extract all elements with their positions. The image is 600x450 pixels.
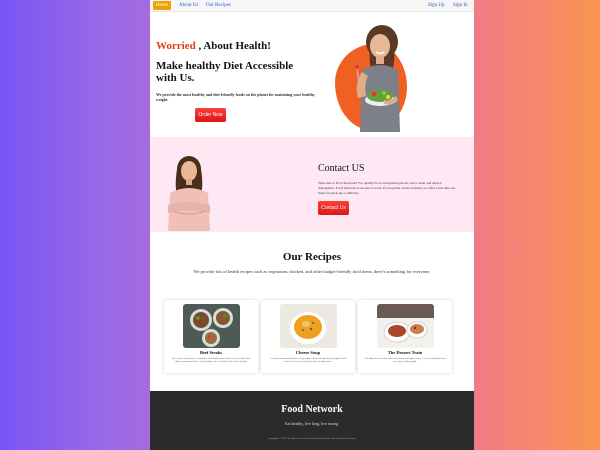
hero-title-rest: , About Health! [195,40,271,52]
recipe-card-text: Beef steak, lean protein, vegetables and… [171,357,251,364]
nav-home-button[interactable]: Home [153,1,171,10]
recipe-card-cheese-soup[interactable]: Cheese Soup A creamy and smooth cheese s… [261,300,355,373]
hero-title: Worried , About Health! [156,40,271,52]
recipes-title: Our Recipes [282,251,342,263]
hero-description: We provide the most healthy and diet-fri… [156,92,315,102]
nav-signin-link[interactable]: Sign In [453,2,468,10]
hero-woman-with-salad-image [355,25,400,132]
contact-title: Contact US [318,163,365,174]
recipes-description: We provide lots of health recipes such a… [193,269,431,274]
footer: Food Network Eat healthy, live long, liv… [150,391,474,450]
dessert-train-image [377,304,434,348]
recipe-card-text: A creamy and smooth cheese soup made wit… [269,357,347,364]
recipe-card-title: Beef Steaks [199,350,223,355]
contact-us-button[interactable]: Contact Us [318,201,349,215]
footer-copyright: Copyright © 2022 All rights reserved by … [268,437,356,440]
cheese-soup-image [280,304,337,348]
nav-signup-link[interactable]: Sign Up [428,2,445,10]
recipe-card-text: A healthy dessert made from fresh fruits… [364,357,446,364]
hero-title-highlight: Worried [156,40,196,52]
contact-woman-image [168,156,210,231]
nav-about-link[interactable]: About Us [179,2,198,10]
footer-brand: Food Network [281,404,343,415]
hero-subtitle: Make healthy Diet Accessible with Us. [156,60,294,84]
footer-tagline: Eat healthy, live long, live strong. [285,421,339,426]
order-now-button[interactable]: Order Now [195,108,226,122]
nav-recipes-link[interactable]: Our Recipes [206,2,231,10]
recipe-card-beef-steaks[interactable]: Beef Steaks Beef steak, lean protein, ve… [164,300,258,373]
page: Home About Us Our Recipes Sign Up Sign I… [150,0,474,450]
recipe-card-title: The Dessert Train [387,350,423,355]
navbar: Home About Us Our Recipes Sign Up Sign I… [150,0,474,12]
recipe-card-dessert-train[interactable]: The Dessert Train A healthy dessert made… [358,300,452,373]
contact-description: Welcome to Food Network! For quality foo… [318,181,456,195]
contact-section: Contact US Welcome to Food Network! For … [150,137,474,232]
recipe-card-title: Cheese Soup [295,350,321,355]
beef-steaks-image [183,304,240,348]
